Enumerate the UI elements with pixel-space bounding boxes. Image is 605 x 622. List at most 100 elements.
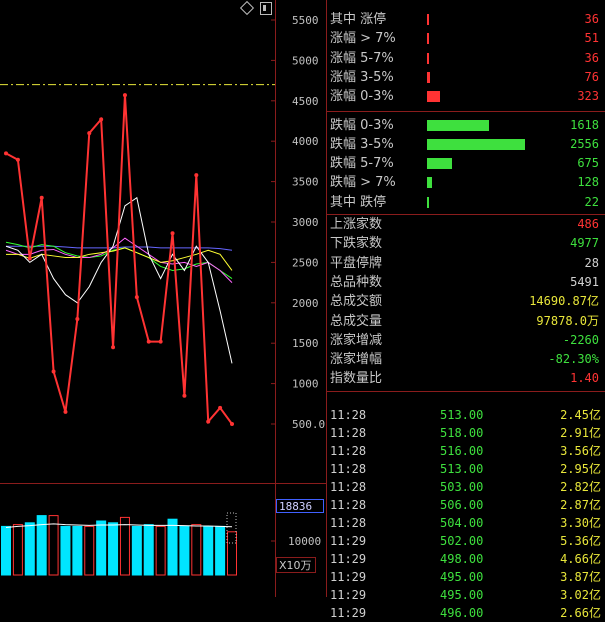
trade-row: 11:28 504.00 3.30亿: [327, 514, 605, 532]
trade-amount: 2.82亿: [560, 478, 601, 496]
trade-amount-unit: 亿: [588, 588, 601, 602]
volume-bar: [1, 525, 11, 576]
trade-row: 11:28 513.00 2.95亿: [327, 460, 605, 478]
trade-time: 11:28: [330, 462, 367, 476]
y-tick-label: 3500: [292, 176, 319, 189]
trade-row: 11:28 513.00 2.45亿: [327, 406, 605, 424]
stat-value: -82.30%: [548, 352, 599, 367]
stat-bar: [427, 119, 489, 131]
stat-label: 上涨家数: [330, 217, 383, 232]
volume-bar: [143, 524, 154, 576]
summary-row: 总成交量 97878.0万: [327, 312, 605, 331]
trade-amount: 3.02亿: [560, 586, 601, 604]
stat-label: 总成交量: [330, 313, 383, 329]
stat-value: 5491: [570, 274, 599, 289]
stat-label: 涨幅 0-3%: [330, 89, 394, 105]
volume-bar: [131, 525, 142, 576]
stat-row-down: 其中 跌停 22: [327, 193, 605, 212]
trade-price: 502.00: [440, 534, 484, 548]
series-point: [4, 151, 8, 156]
volume-bar: [191, 524, 202, 576]
volume-bar: [108, 522, 119, 576]
trade-time: 11:29: [330, 570, 367, 584]
summary-row: 涨家增幅 -82.30%: [327, 350, 605, 369]
series-point: [158, 339, 163, 344]
trade-row: 11:29 495.00 3.87亿: [327, 568, 605, 586]
trade-amount-unit: 亿: [588, 480, 601, 494]
trade-amount: 2.91亿: [560, 424, 601, 442]
trade-time: 11:29: [330, 552, 367, 566]
series-point: [63, 409, 68, 414]
series-point: [182, 393, 187, 398]
window-toggle-icon[interactable]: [260, 2, 272, 15]
trade-amount-number: 2.95: [560, 462, 589, 476]
trade-row: 11:29 495.00 3.02亿: [327, 586, 605, 604]
stat-bar: [427, 138, 525, 150]
trade-amount-number: 2.82: [560, 480, 589, 494]
trade-amount: 2.95亿: [560, 460, 601, 478]
trade-row: 11:28 516.00 3.56亿: [327, 442, 605, 460]
series-point: [230, 422, 234, 426]
trade-time: 11:29: [330, 534, 367, 548]
trade-amount-number: 3.02: [560, 588, 589, 602]
trade-row: 11:29 502.00 5.36亿: [327, 532, 605, 550]
trade-amount-number: 2.66: [560, 606, 589, 620]
volume-bar: [119, 516, 130, 576]
stat-value: 486: [577, 217, 599, 231]
volume-value-box: 18836: [276, 499, 324, 513]
stat-label: 总品种数: [330, 274, 383, 290]
trade-amount-number: 3.87: [560, 570, 589, 584]
summary-row: 平盘停牌 28: [327, 254, 605, 273]
series-point: [170, 231, 175, 236]
stat-label: 跌幅 > 7%: [330, 175, 396, 191]
trade-amount-number: 3.56: [560, 444, 589, 458]
trade-time: 11:28: [330, 480, 367, 494]
trade-time: 11:29: [330, 606, 367, 620]
trade-price: 506.00: [440, 498, 484, 512]
stat-value: 4977: [570, 236, 599, 251]
y-tick-label: 1500: [292, 337, 319, 350]
trade-row: 11:29 496.00 2.66亿: [327, 604, 605, 622]
volume-bar: [167, 518, 178, 576]
trade-price: 495.00: [440, 570, 484, 584]
trade-amount-unit: 亿: [588, 570, 601, 584]
stat-value: 1618: [570, 117, 599, 132]
stat-bar: [427, 71, 430, 83]
trade-amount-unit: 亿: [588, 444, 601, 458]
stat-row-down: 跌幅 0-3% 1618: [327, 116, 605, 135]
trade-row: 11:28 506.00 2.87亿: [327, 496, 605, 514]
stat-value: 51: [584, 31, 599, 46]
series-point: [194, 173, 199, 178]
trade-price: 518.00: [440, 426, 484, 440]
volume-bar: [24, 522, 35, 576]
stat-label: 涨幅 > 7%: [330, 31, 396, 47]
trade-time: 11:28: [330, 498, 367, 512]
stats-separator: [327, 110, 605, 112]
trade-amount-number: 2.91: [560, 426, 589, 440]
series-line-0: [5, 95, 233, 425]
stat-label: 下跌家数: [330, 236, 383, 252]
summary-row: 下跌家数 4977: [327, 234, 605, 253]
trade-amount-number: 2.45: [560, 408, 589, 422]
trade-amount: 2.45亿: [560, 406, 601, 424]
diamond-icon[interactable]: [239, 0, 255, 16]
stat-value: 36: [584, 50, 599, 65]
series-point: [146, 339, 151, 344]
trade-amount-unit: 亿: [588, 498, 601, 512]
stat-bar: [427, 14, 429, 25]
stat-row-up: 涨幅 > 7% 51: [327, 29, 605, 48]
y-tick-label: 2500: [292, 256, 319, 269]
stat-label: 跌幅 3-5%: [330, 136, 394, 152]
stat-row-up: 涨幅 5-7% 36: [327, 49, 605, 68]
stats-separator: [327, 390, 605, 392]
y-tick-label: 4000: [292, 135, 319, 148]
chart-controls: [239, 0, 276, 16]
stat-value: 2556: [570, 136, 599, 151]
trade-row: 11:29 498.00 4.66亿: [327, 550, 605, 568]
series-point: [15, 157, 20, 162]
trade-price: 504.00: [440, 516, 484, 530]
stat-row-down: 跌幅 5-7% 675: [327, 154, 605, 173]
trade-amount: 2.66亿: [560, 604, 601, 622]
stat-label: 涨幅 5-7%: [330, 50, 394, 66]
trade-amount: 2.87亿: [560, 496, 601, 514]
